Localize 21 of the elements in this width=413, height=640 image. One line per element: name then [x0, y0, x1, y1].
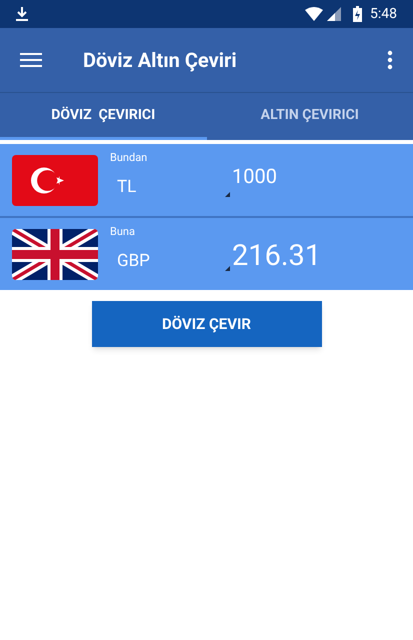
- app-title: Döviz Altın Çeviri: [83, 47, 238, 74]
- dropdown-caret-icon: [225, 266, 230, 271]
- download-icon: [16, 7, 28, 21]
- dropdown-caret-icon: [225, 192, 230, 197]
- menu-icon[interactable]: [20, 52, 42, 68]
- flag-icon: [12, 154, 98, 206]
- amount-field[interactable]: 1000: [232, 161, 277, 191]
- row-label: Buna: [110, 224, 136, 240]
- flag-icon: [12, 228, 98, 280]
- currency-dropdown[interactable]: GBP: [110, 248, 230, 274]
- currency-dropdown[interactable]: TL: [110, 174, 230, 200]
- battery-icon: [353, 6, 362, 22]
- convert-button[interactable]: DÖVIZ ÇEVIR: [92, 301, 322, 347]
- wifi-icon: [305, 7, 323, 21]
- signal-icon: [327, 7, 341, 21]
- tab[interactable]: DÖVIZ ÇEVIRICI: [0, 93, 206, 140]
- amount-field[interactable]: 216.31: [232, 235, 322, 279]
- more-options-icon[interactable]: [387, 50, 393, 70]
- row-label: Bundan: [110, 150, 148, 166]
- tab[interactable]: ALTIN ÇEVIRICI: [206, 93, 413, 140]
- status-time: 5:48: [370, 4, 397, 24]
